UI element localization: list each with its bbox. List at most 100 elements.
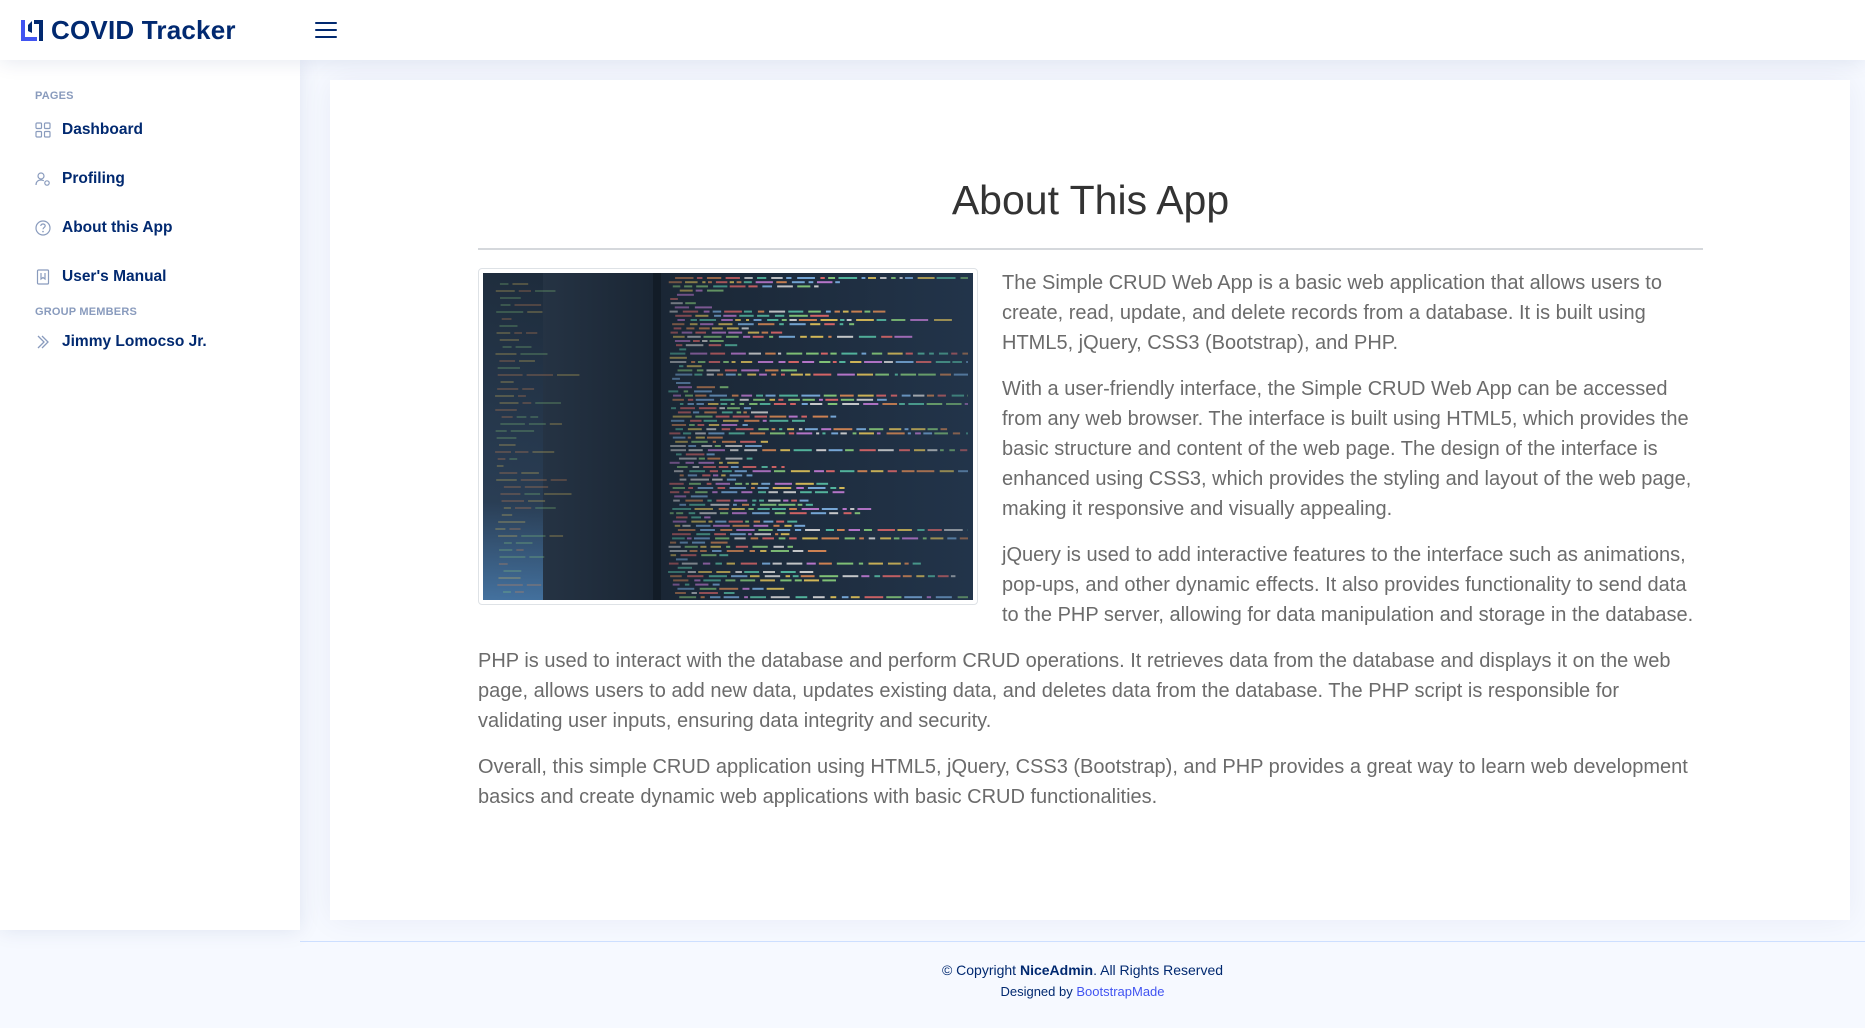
code-line-dash [495,528,506,530]
code-line-dash [901,470,915,473]
code-line-dash [735,428,754,431]
code-line-dash [789,512,807,515]
code-line-dash [801,508,820,510]
code-line-dash [736,529,755,531]
sidebar-item-label: Profiling [62,170,125,187]
code-line-dash [517,395,526,397]
code-line-dash [792,575,799,578]
code-line-dash [726,550,744,552]
sidebar-item-profiling[interactable]: Profiling [0,159,300,199]
code-line-dash [501,416,513,418]
code-line-dash [720,403,728,405]
logo[interactable]: COVID Tracker [19,14,236,46]
code-line-dash [760,579,775,582]
code-line-dash [670,352,686,355]
code-image [478,268,978,605]
designer-link[interactable]: BootstrapMade [1076,984,1164,999]
code-line-dash [745,445,762,447]
code-line-dash [676,466,688,468]
menu-toggle-button[interactable] [314,18,338,42]
code-line-dash [863,529,872,531]
code-line-dash [747,331,760,334]
code-line-dash [787,545,793,548]
code-line-dash [695,331,707,334]
code-line-dash [959,537,968,540]
code-line-dash [693,340,700,342]
code-line-dash [695,394,707,397]
code-line-dash [733,499,748,502]
code-line-dash [725,457,743,460]
about-paragraph: Overall, this simple CRUD application us… [478,756,1688,808]
code-line-dash [519,360,535,362]
footer: © Copyright NiceAdmin. All Rights Reserv… [300,941,1865,1028]
code-line-dash [669,461,680,464]
code-line-dash [839,394,854,397]
sidebar-item-dashboard[interactable]: Dashboard [0,110,300,150]
sidebar-item-label: Jimmy Lomocso Jr. [62,333,207,350]
person-gear-icon [35,171,51,187]
code-line-dash [695,524,711,527]
code-line-dash [717,373,724,376]
code-line-dash [721,319,733,321]
code-line-dash [772,562,782,565]
code-line-dash [757,277,767,279]
code-line-dash [962,352,968,355]
code-line-dash [673,335,685,338]
code-line-dash [675,558,688,561]
brand-name: NiceAdmin [1019,962,1094,978]
sidebar-item-member[interactable]: Jimmy Lomocso Jr. [0,322,300,362]
code-line-dash [675,314,692,317]
code-line-dash [716,571,731,573]
code-line-dash [772,487,792,489]
code-line-dash [937,394,946,397]
code-line-dash [804,428,818,431]
code-line-dash [730,352,746,355]
code-line-dash [914,449,926,452]
code-line-dash [715,562,722,565]
code-line-dash [758,491,767,494]
code-line-dash [901,394,911,397]
code-line-dash [779,394,798,397]
code-line-dash [683,390,689,393]
code-line-dash [499,556,526,558]
code-line-dash [668,545,681,548]
code-line-dash [842,310,849,313]
code-line-dash [703,419,718,422]
code-line-dash [740,579,756,582]
code-line-dash [723,314,737,317]
code-line-dash [679,365,684,368]
code-line-dash [669,310,678,313]
code-line-dash [839,323,844,326]
code-line-dash [823,394,837,397]
code-line-dash [714,533,726,536]
sidebar-item-users-manual[interactable]: User's Manual [0,257,300,297]
code-line-dash [706,482,712,485]
code-line-dash [688,487,694,489]
sidebar-item-about[interactable]: About this App [0,208,300,248]
code-line-dash [496,479,517,481]
code-line-dash [765,394,776,397]
code-line-dash [940,449,944,452]
code-line-dash [674,495,687,498]
code-line-dash [677,529,696,531]
code-line-dash [675,373,693,376]
code-line-dash [813,373,832,376]
code-line-dash [886,596,902,599]
code-line-dash [763,571,776,573]
code-line-dash [861,575,870,578]
code-line-dash [672,487,686,489]
code-line-dash [725,373,736,376]
code-line-dash [795,596,808,599]
code-line-dash [940,373,952,376]
code-line-dash [687,474,698,477]
code-line-dash [748,352,762,355]
code-line-dash [685,461,694,464]
code-line-dash [700,323,714,326]
code-line-dash [807,550,827,552]
code-line-dash [683,491,690,494]
code-line-dash [739,403,745,405]
code-line-dash [868,537,876,540]
code-line-dash [722,470,732,473]
code-line-dash [805,529,820,531]
code-line-dash [690,478,710,481]
